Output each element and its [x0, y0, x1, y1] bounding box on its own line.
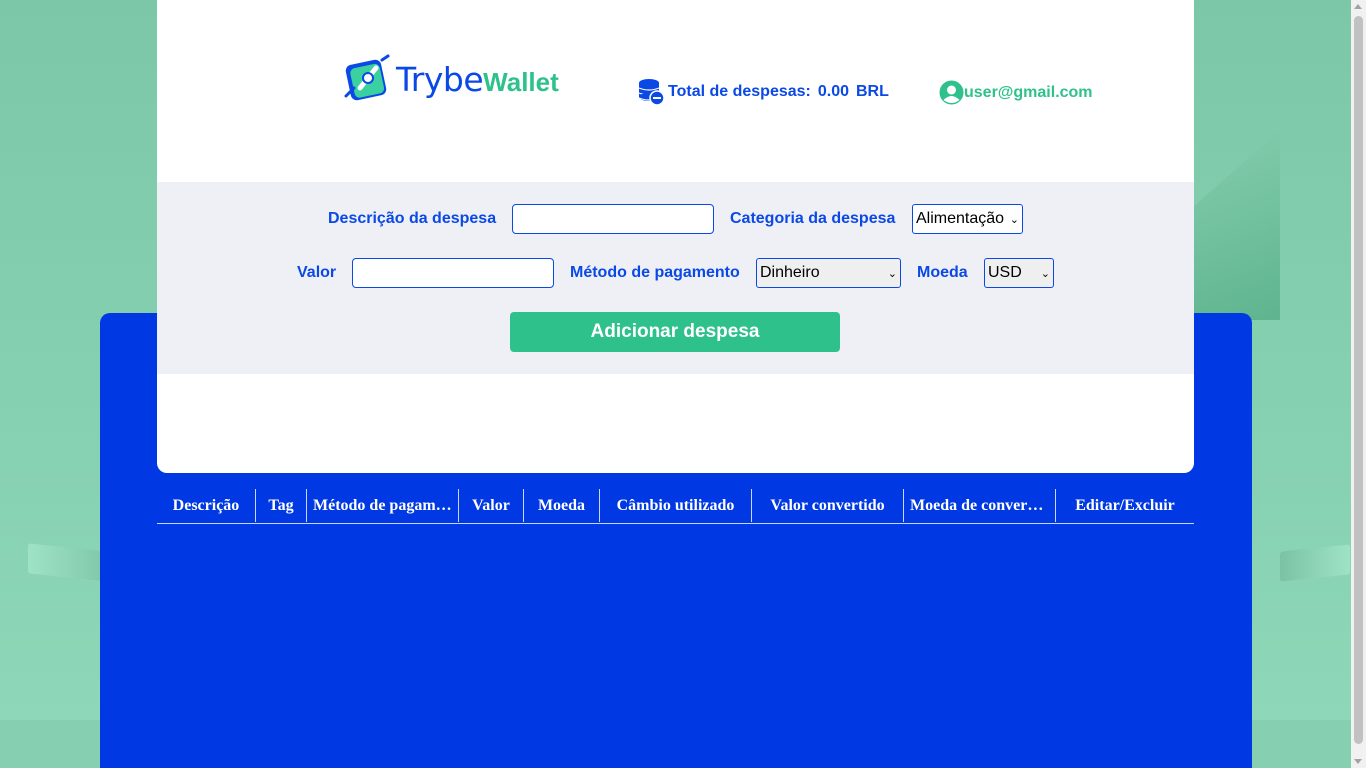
column-header-value: Valor [459, 489, 524, 522]
scroll-down-arrow-icon[interactable] [1354, 759, 1362, 764]
scroll-up-arrow-icon[interactable] [1354, 4, 1362, 9]
column-header-label: Moeda [537, 496, 586, 514]
payment-method-select[interactable]: Dinheiro ⌄ [756, 258, 901, 288]
column-header-label: Descrição [172, 496, 240, 514]
total-currency: BRL [856, 83, 889, 100]
column-header-tag: Tag [256, 489, 307, 522]
category-label: Categoria da despesa [730, 210, 896, 227]
chevron-down-icon: ⌄ [1009, 213, 1019, 226]
value-label: Valor [297, 264, 337, 281]
payment-method-label: Método de pagamento [570, 264, 740, 281]
total-expenses: Total de despesas: 0.00 BRL [636, 77, 889, 107]
background-bottom-right [1252, 720, 1352, 768]
column-header-label: Método de pagamento [313, 496, 452, 514]
column-header-converted-value: Valor convertido [752, 489, 904, 522]
wallet-logo-icon [344, 54, 390, 101]
expense-form: Descrição da despesa Categoria da despes… [157, 182, 1194, 374]
column-header-label: Tag [268, 496, 294, 514]
total-label: Total de despesas: [668, 83, 811, 100]
chevron-down-icon: ⌄ [887, 267, 897, 280]
category-select[interactable]: Alimentação ⌄ [912, 204, 1023, 234]
user-email: user@gmail.com [964, 83, 1093, 101]
payment-method-select-value: Dinheiro [760, 264, 820, 281]
currency-select[interactable]: USD ⌄ [984, 258, 1054, 288]
currency-label: Moeda [917, 264, 968, 281]
category-select-value: Alimentação [916, 210, 1005, 227]
brand-name-wallet: Wallet [483, 66, 559, 97]
column-header-payment-method: Método de pagamento [307, 489, 459, 522]
scrollbar-thumb[interactable] [1354, 16, 1363, 744]
add-expense-button[interactable]: Adicionar despesa [510, 312, 840, 352]
vertical-scrollbar[interactable] [1351, 0, 1366, 768]
brand-name: TrybeWallet [396, 63, 559, 96]
column-header-label: Valor [472, 496, 510, 514]
column-header-currency: Moeda [524, 489, 600, 522]
description-input[interactable] [512, 204, 714, 234]
total-value: 0.00 [817, 83, 849, 100]
background-fold-shape [1194, 130, 1280, 320]
value-input[interactable] [352, 258, 554, 288]
background-bottom-left [0, 720, 100, 768]
column-header-conversion-currency: Moeda de conversão [904, 489, 1056, 522]
currency-select-value: USD [988, 264, 1022, 281]
user-avatar-icon [939, 80, 964, 105]
column-header-label: Moeda de conversão [910, 496, 1049, 514]
column-header-edit-delete: Editar/Excluir [1056, 489, 1194, 522]
expenses-table-header: Descrição Tag Método de pagamento Valor … [157, 489, 1194, 524]
user-info: user@gmail.com [939, 80, 1093, 105]
brand-name-trybe: Trybe [396, 59, 484, 99]
description-label: Descrição da despesa [328, 210, 497, 227]
header: TrybeWallet Total de despesas: 0.00 BRL [157, 0, 1194, 182]
chevron-down-icon: ⌄ [1040, 267, 1050, 280]
column-header-exchange-rate: Câmbio utilizado [600, 489, 752, 522]
column-header-label: Editar/Excluir [1075, 496, 1175, 514]
coins-icon [638, 79, 665, 106]
wallet-card: TrybeWallet Total de despesas: 0.00 BRL [157, 0, 1194, 473]
brand-logo: TrybeWallet [342, 52, 559, 106]
column-header-label: Câmbio utilizado [616, 496, 735, 514]
column-header-description: Descrição [157, 489, 256, 522]
background-shape-right [1280, 544, 1350, 582]
column-header-label: Valor convertido [770, 496, 885, 514]
